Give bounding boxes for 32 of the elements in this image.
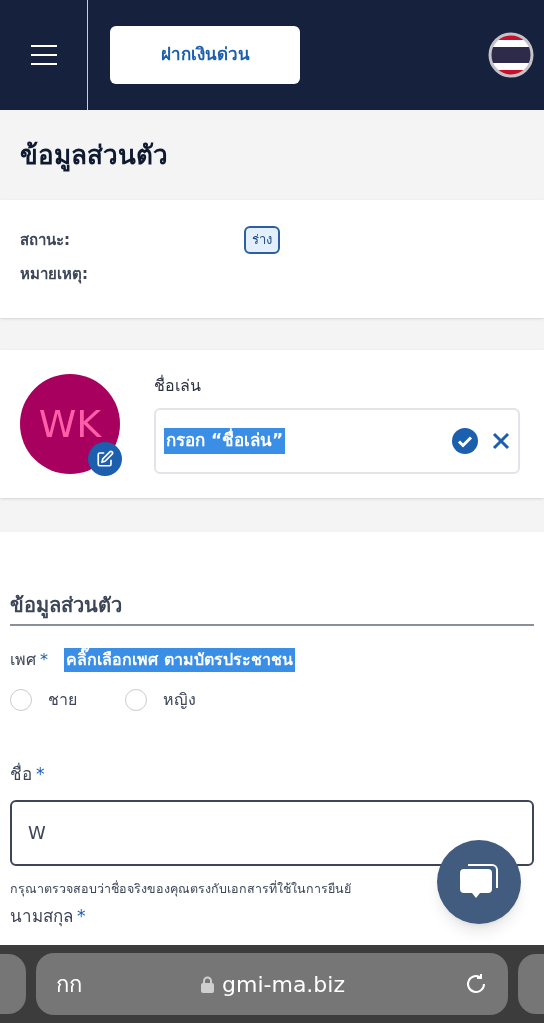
- required-asterisk: *: [36, 764, 45, 784]
- avatar: WK: [20, 374, 120, 474]
- close-icon[interactable]: [492, 432, 510, 450]
- field-label: สถานะ:: [20, 229, 71, 251]
- browser-tab[interactable]: [518, 954, 544, 1014]
- last-name-label: นามสกุล: [10, 906, 73, 927]
- required-asterisk: *: [40, 650, 48, 669]
- help-text: กรุณาตรวจสอบว่าชื่อจริงของคุณตรงกับเอกสารที่ใช้ในการยืนยั: [10, 879, 351, 899]
- first-name-label: ชื่อ: [10, 764, 32, 784]
- first-name-field[interactable]: W: [10, 799, 534, 866]
- url-text: gmi-ma.biz: [222, 970, 345, 999]
- gender-hint: คลิ๊กเลือกเพศ ตามบัตรประชาชน: [64, 648, 295, 672]
- menu-icon[interactable]: [28, 43, 59, 67]
- required-asterisk: *: [77, 906, 86, 927]
- section-title: ข้อมูลส่วนตัว: [10, 592, 123, 621]
- lock-icon: [201, 975, 214, 993]
- deposit-button[interactable]: ฝากเงินด่วน: [110, 26, 300, 84]
- text-size-button[interactable]: กก: [56, 967, 82, 1001]
- page-title: ข้อมูลส่วนตัว: [20, 138, 168, 174]
- status-tag: ร่าง: [244, 226, 280, 254]
- gender-radio[interactable]: ชาย: [10, 688, 77, 712]
- field-label: หมายเหตุ:: [20, 263, 89, 286]
- address-bar[interactable]: กก gmi-ma.biz: [36, 953, 508, 1015]
- nickname-label: ชื่อเล่น: [154, 374, 202, 397]
- gender-radio[interactable]: หญิง: [125, 688, 196, 712]
- browser-tab[interactable]: [0, 954, 26, 1014]
- edit-icon[interactable]: [88, 442, 122, 476]
- confirm-icon[interactable]: [452, 428, 478, 454]
- reload-icon[interactable]: [464, 972, 488, 996]
- thai-flag-icon[interactable]: [488, 32, 534, 78]
- nickname-field[interactable]: กรอก “ชื่อเล่น”: [154, 408, 520, 474]
- gender-label: เพศ: [10, 650, 36, 669]
